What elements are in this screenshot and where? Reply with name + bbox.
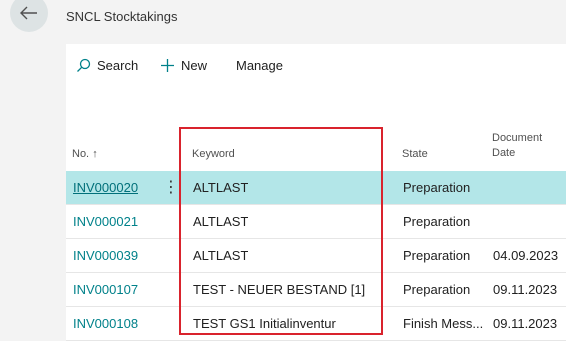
row-keyword: ALTLAST [193,180,249,195]
row-no-link[interactable]: INV000039 [73,239,138,272]
row-document-date: 09.11.2023 [493,282,558,297]
table-row[interactable]: INV000107 TEST - NEUER BESTAND [1] Prepa… [66,273,566,307]
search-label: Search [97,58,139,73]
row-keyword: ALTLAST [193,214,249,229]
row-document-date: 09.11.2023 [493,316,558,331]
row-state: Finish Mess... [403,316,484,331]
page-header: SNCL Stocktakings [0,0,566,44]
column-header-keyword[interactable]: Keyword [192,147,235,162]
arrow-left-icon [20,6,38,20]
sort-ascending-icon: ↑ [92,148,98,160]
row-no-link[interactable]: INV000020 [73,171,138,204]
action-bar: Search New Manage [66,44,566,88]
row-no-link[interactable]: INV000108 [73,307,138,340]
row-state: Preparation [403,248,471,263]
row-divider [179,179,180,197]
row-state: Preparation [403,214,471,229]
page-title: SNCL Stocktakings [66,9,178,24]
column-header-document-date[interactable]: Document Date [492,131,542,161]
manage-label: Manage [236,58,283,73]
row-actions-icon[interactable]: ⋮ [163,171,179,204]
column-header-no-label: No. [72,148,90,160]
search-button[interactable]: Search [76,58,138,73]
row-document-date: 04.09.2023 [493,248,559,263]
manage-button[interactable]: Manage [236,58,283,73]
row-no-link[interactable]: INV000021 [73,205,138,238]
plus-icon [160,58,175,73]
column-header-state[interactable]: State [402,147,428,162]
table-row[interactable]: INV000021 ALTLAST Preparation [66,205,566,239]
row-keyword: TEST GS1 Initialinventur [193,316,336,331]
back-button[interactable] [10,0,48,32]
row-keyword: ALTLAST [193,248,249,263]
table-row[interactable]: INV000020 ⋮ ALTLAST Preparation [66,171,566,205]
row-state: Preparation [403,180,471,195]
column-header-document-date-line2: Date [492,147,516,159]
search-icon [76,58,91,73]
table-row[interactable]: INV000039 ALTLAST Preparation 04.09.2023 [66,239,566,273]
column-header-no[interactable]: No. ↑ [72,147,98,162]
list-page: Search New Manage No. ↑ Keyword State Do… [66,44,566,341]
row-state: Preparation [403,282,471,297]
new-label: New [181,58,208,73]
row-no-link[interactable]: INV000107 [73,273,138,306]
new-button[interactable]: New [160,58,207,73]
column-header-document-date-line1: Document [492,132,543,144]
row-keyword: TEST - NEUER BESTAND [1] [193,282,366,297]
table-row[interactable]: INV000108 TEST GS1 Initialinventur Finis… [66,307,566,341]
